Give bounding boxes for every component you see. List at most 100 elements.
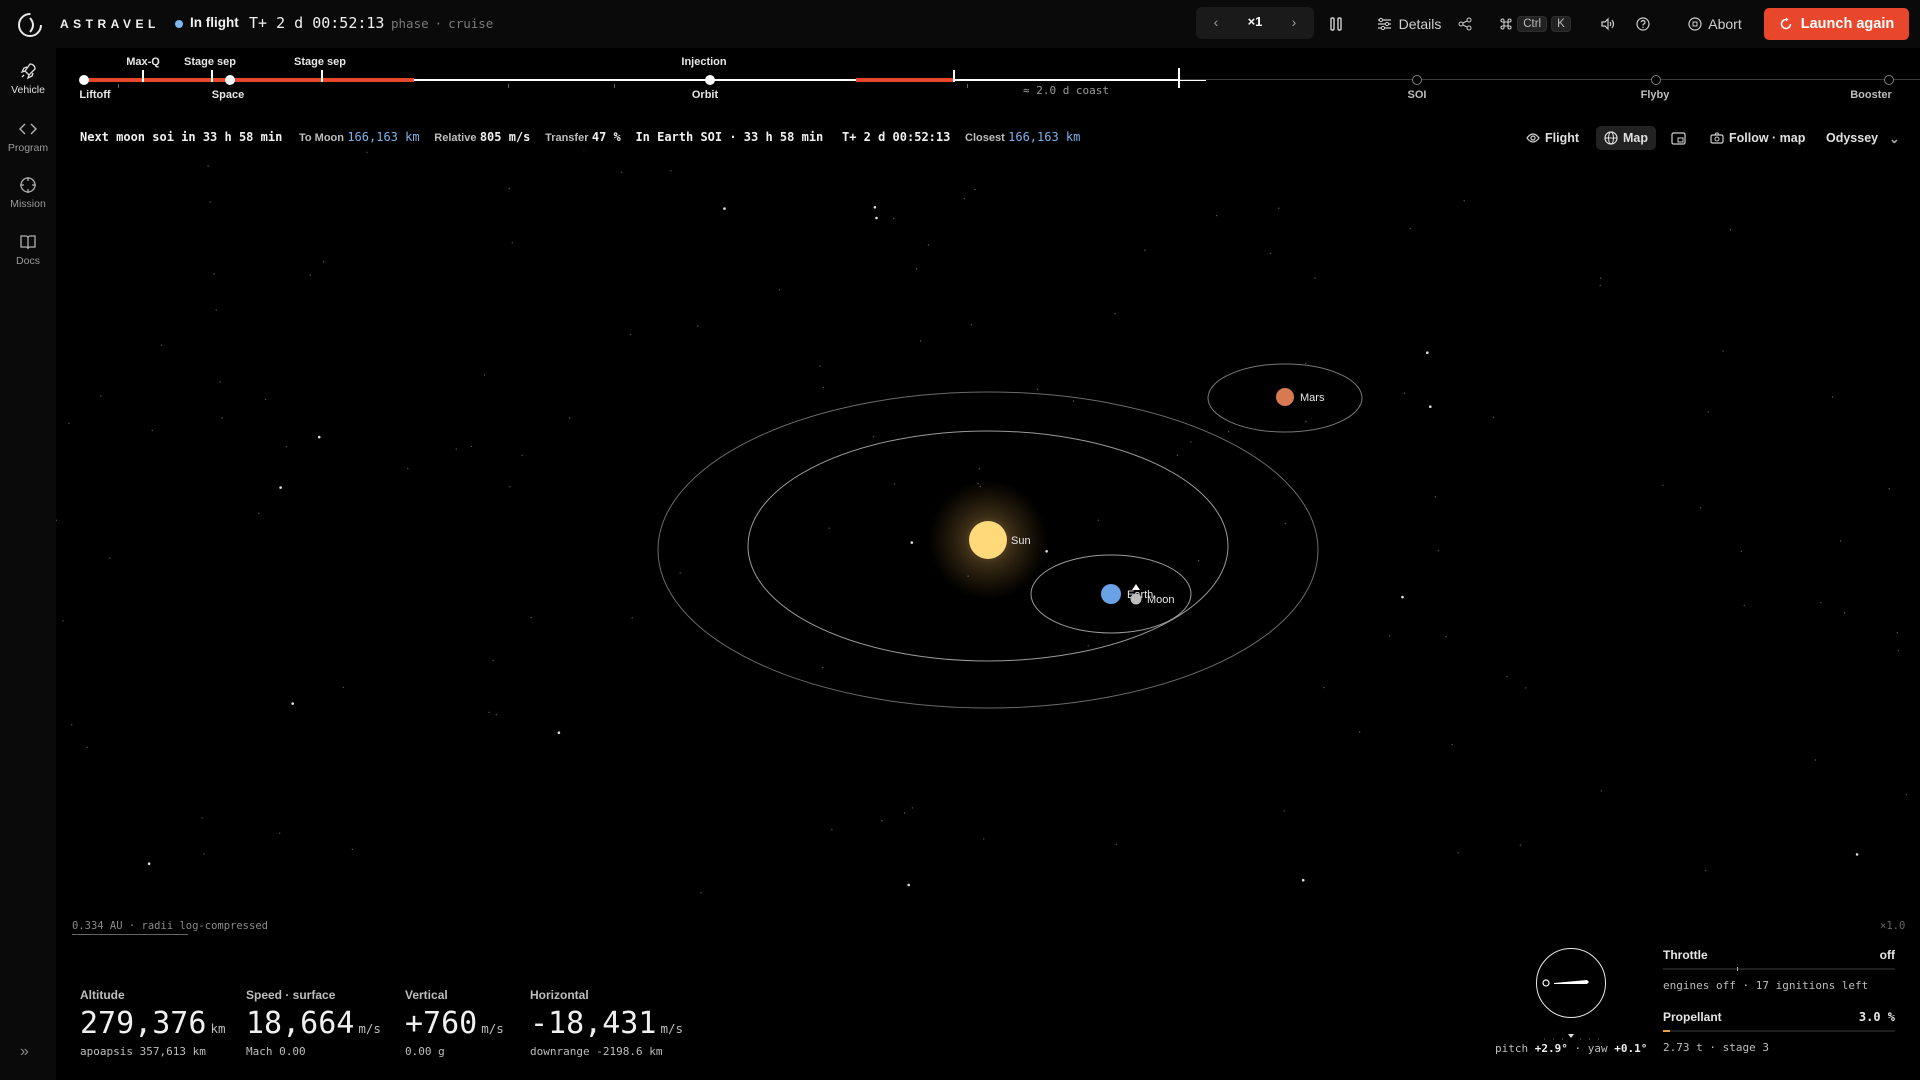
expand-sidebar-icon[interactable]: » xyxy=(20,1043,29,1061)
timeline-node-liftoff[interactable] xyxy=(79,75,89,85)
follow-camera-button[interactable]: Follow · map xyxy=(1710,126,1805,150)
downrange-readout: downrange -2198.6 km xyxy=(530,1045,663,1058)
star xyxy=(68,422,70,425)
details-label: Details xyxy=(1398,16,1442,32)
star xyxy=(583,150,585,151)
faster-button[interactable]: › xyxy=(1284,14,1304,32)
star xyxy=(679,572,681,574)
moon-label: Moon xyxy=(1147,594,1175,606)
sidebar-item-program[interactable]: Program xyxy=(0,120,56,154)
star xyxy=(1707,411,1709,413)
phase-readout: phase · cruise xyxy=(391,16,494,31)
flight-info-row: Next moon soi in 33 h 58 min To Moon 166… xyxy=(80,130,1080,146)
timeline-label-maxq: Max-Q xyxy=(126,56,160,68)
star xyxy=(723,207,726,210)
star xyxy=(1216,214,1218,217)
timeline-label-stage-sep-2: Stage sep xyxy=(294,56,346,68)
star xyxy=(1506,676,1508,678)
command-palette-button[interactable]: Ctrl K xyxy=(1490,9,1580,39)
star xyxy=(1269,252,1272,255)
vehicle-select-label: Odyssey xyxy=(1826,131,1879,145)
flight-view-button[interactable]: Flight xyxy=(1526,126,1579,150)
spacecraft-marker-icon xyxy=(1132,584,1140,590)
kbd-k: K xyxy=(1551,16,1571,32)
star xyxy=(1437,550,1440,552)
orbit-map[interactable]: Sun Earth Moon Mars xyxy=(56,150,1920,920)
timeline-tick xyxy=(142,70,144,82)
star xyxy=(1358,731,1361,733)
transfer-label: Transfer xyxy=(545,132,589,144)
star xyxy=(1599,284,1601,287)
logo-icon xyxy=(18,13,42,37)
timeline-node-orbit[interactable] xyxy=(705,75,715,85)
star xyxy=(893,217,895,220)
map-zoom-label: ×1.0 xyxy=(1880,920,1906,932)
star xyxy=(1729,229,1732,231)
stop-icon xyxy=(1688,17,1702,31)
sun-body[interactable] xyxy=(969,521,1007,559)
star xyxy=(1301,878,1305,882)
slower-button[interactable]: ‹ xyxy=(1206,14,1226,32)
share-button[interactable] xyxy=(1452,9,1478,39)
propellant-label: Propellant xyxy=(1663,1010,1722,1024)
star xyxy=(455,448,457,450)
vertical-speed-readout: Vertical +760 m/s 0.00 g xyxy=(405,988,504,1058)
star xyxy=(1197,560,1200,562)
abort-button[interactable]: Abort xyxy=(1680,9,1750,39)
picture-in-picture-button[interactable] xyxy=(1671,126,1686,150)
moon-body[interactable] xyxy=(1130,593,1142,605)
star xyxy=(1036,388,1039,390)
altitude-readout: Altitude 279,376 km apoapsis 357,613 km xyxy=(80,988,226,1058)
map-scale-bar xyxy=(72,934,188,935)
star xyxy=(620,171,623,174)
details-button[interactable]: Details xyxy=(1364,9,1454,39)
vertical-value: +760 xyxy=(405,1006,478,1041)
star xyxy=(629,333,632,336)
timeline-minor-tick xyxy=(118,84,119,88)
throttle-label: Throttle xyxy=(1663,948,1708,962)
speed-unit: m/s xyxy=(358,1021,381,1036)
star xyxy=(1176,454,1179,456)
star xyxy=(62,620,64,622)
mars-body[interactable] xyxy=(1276,388,1294,406)
star xyxy=(978,468,980,470)
star xyxy=(470,445,472,448)
star xyxy=(778,289,781,291)
top-bar: ASTRAVEL In flight T+ 2 d 00:52:13 phase… xyxy=(0,0,1920,48)
help-button[interactable] xyxy=(1630,9,1656,39)
restart-icon xyxy=(1780,17,1792,30)
star xyxy=(1820,602,1822,604)
star xyxy=(279,832,281,834)
chevron-down-icon: ⌄ xyxy=(1889,131,1900,146)
propellant-value: 3.0 % xyxy=(1858,1010,1895,1024)
timeline-minor-tick xyxy=(967,84,968,88)
sidebar: Vehicle Program Mission Docs xyxy=(0,48,56,1080)
star xyxy=(1814,759,1817,761)
speaker-icon xyxy=(1600,17,1614,31)
timeline-node-booster[interactable] xyxy=(1884,75,1894,85)
sidebar-item-docs[interactable]: Docs xyxy=(0,233,56,267)
star xyxy=(557,731,561,734)
star xyxy=(1699,507,1702,509)
timeline-node-space[interactable] xyxy=(225,75,235,85)
pitch-value: +2.9° xyxy=(1534,1042,1568,1055)
star xyxy=(1305,362,1307,365)
star xyxy=(203,853,205,855)
star xyxy=(872,436,875,438)
star xyxy=(1087,645,1089,647)
timeline-node-flyby[interactable] xyxy=(1651,75,1661,85)
sound-button[interactable] xyxy=(1594,9,1620,39)
pause-button[interactable] xyxy=(1322,9,1350,39)
timeline-node-soi[interactable] xyxy=(1412,75,1422,85)
star xyxy=(873,206,877,209)
earth-body[interactable] xyxy=(1101,584,1121,604)
star xyxy=(488,711,490,713)
sidebar-item-vehicle[interactable]: Vehicle xyxy=(0,62,56,96)
star xyxy=(1314,277,1316,279)
map-view-button[interactable]: Map xyxy=(1596,126,1656,150)
launch-again-button[interactable]: Launch again xyxy=(1764,8,1909,40)
sidebar-item-mission[interactable]: Mission xyxy=(0,176,56,210)
timeline-label-flyby: Flyby xyxy=(1640,89,1670,101)
vehicle-select[interactable]: Odyssey ⌄ xyxy=(1826,126,1900,150)
star xyxy=(207,165,209,167)
